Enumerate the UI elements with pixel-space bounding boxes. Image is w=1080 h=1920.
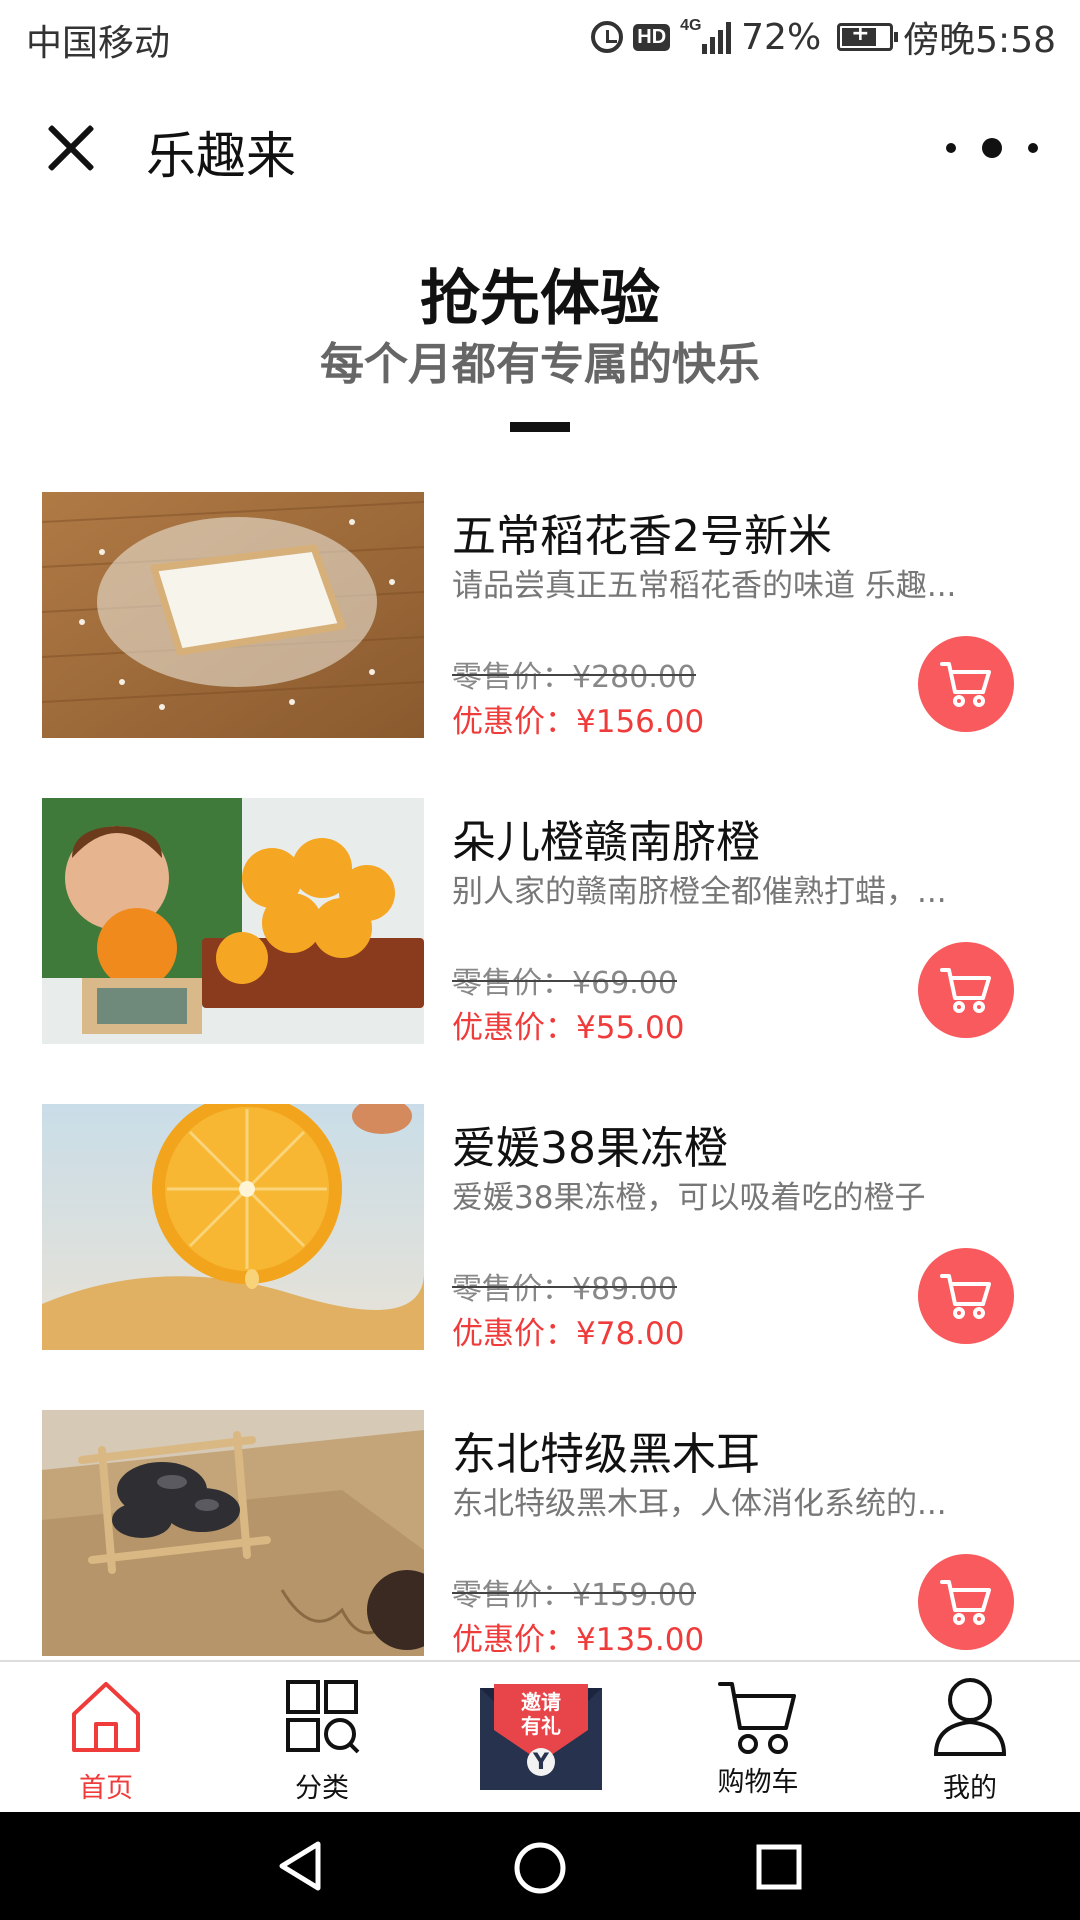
add-to-cart-button[interactable]: [918, 1248, 1014, 1344]
section-title: 抢先体验: [420, 264, 660, 334]
retail-price: 零售价：¥280.00: [452, 652, 697, 696]
sale-price: 优惠价：¥78.00: [452, 1316, 685, 1352]
status-bar: 中国移动 HD 4G 72% + 傍晚5:58: [0, 0, 1080, 76]
cart-icon: [940, 968, 991, 1013]
add-to-cart-button[interactable]: [918, 1554, 1014, 1650]
sale-price: 优惠价：¥55.00: [452, 1010, 685, 1046]
product-name[interactable]: 朵儿橙赣南脐橙: [452, 806, 760, 870]
add-to-cart-button[interactable]: [918, 636, 1014, 732]
clock: 傍晚5:58: [903, 20, 1056, 61]
product-list: 五常稻花香2号新米 请品尝真正五常稻花香的味道 乐趣... 零售价：¥280.0…: [0, 492, 1080, 1658]
retail-price-text: 零售价：¥89.00: [452, 1272, 677, 1307]
section-subtitle: 每个月都有专属的快乐: [320, 339, 760, 390]
cart-icon: [940, 1274, 991, 1319]
product-item[interactable]: 朵儿橙赣南脐橙 别人家的赣南脐橙全都催熟打蜡，... 零售价：¥69.00 优惠…: [0, 798, 1080, 1046]
cart-icon: [940, 662, 991, 707]
sale-price: 优惠价：¥135.00: [452, 1622, 705, 1658]
user-icon: [933, 1678, 1007, 1756]
retail-price-text: 零售价：¥280.00: [452, 660, 697, 695]
product-name[interactable]: 爱媛38果冻橙: [452, 1112, 728, 1176]
battery-percent: 72%: [741, 16, 822, 58]
product-item[interactable]: 五常稻花香2号新米 请品尝真正五常稻花香的味道 乐趣... 零售价：¥280.0…: [0, 492, 1080, 740]
tab-home-label: 首页: [79, 1773, 133, 1804]
section-divider: [510, 422, 570, 432]
carrier-name: 中国移动: [26, 23, 171, 64]
tab-cart[interactable]: 购物车: [692, 1662, 824, 1812]
product-image-navel-orange[interactable]: [42, 798, 424, 1044]
invite-label-line2: 有礼: [521, 1714, 561, 1738]
home-circle-icon[interactable]: [512, 1840, 568, 1896]
status-icons: HD 4G 72% + 傍晚5:58: [591, 12, 1056, 62]
alarm-icon: [591, 21, 624, 53]
product-name[interactable]: 东北特级黑木耳: [452, 1418, 760, 1482]
retail-price: 零售价：¥159.00: [452, 1570, 697, 1614]
invite-gift-button[interactable]: 邀请 有礼 Y: [478, 1666, 604, 1792]
product-description: 东北特级黑木耳，人体消化系统的...: [452, 1486, 947, 1522]
recent-apps-icon[interactable]: [754, 1842, 804, 1892]
sale-price: 优惠价：¥156.00: [452, 704, 705, 740]
category-grid-icon: [286, 1680, 360, 1754]
bottom-tab-bar: 首页 分类 邀请 有礼 Y 购物车 我的: [0, 1660, 1080, 1812]
close-icon[interactable]: [44, 120, 100, 176]
navigation-bar: 乐趣来: [0, 76, 1080, 216]
page-title: 乐趣来: [146, 127, 296, 185]
tab-mine-label: 我的: [943, 1773, 997, 1804]
home-icon: [72, 1682, 140, 1752]
back-icon[interactable]: [274, 1838, 326, 1894]
product-item[interactable]: 爱媛38果冻橙 爱媛38果冻橙，可以吸着吃的橙子 零售价：¥89.00 优惠价：…: [0, 1104, 1080, 1352]
more-options-icon[interactable]: [946, 136, 1038, 160]
system-navigation-bar: [0, 1812, 1080, 1920]
battery-icon: +: [837, 21, 899, 51]
shopping-cart-icon: [718, 1682, 796, 1754]
retail-price: 零售价：¥69.00: [452, 958, 677, 1002]
tab-category-label: 分类: [295, 1773, 349, 1804]
add-to-cart-button[interactable]: [918, 942, 1014, 1038]
product-description: 请品尝真正五常稻花香的味道 乐趣...: [452, 568, 957, 604]
product-item[interactable]: 东北特级黑木耳 东北特级黑木耳，人体消化系统的... 零售价：¥159.00 优…: [0, 1410, 1080, 1658]
product-description: 爱媛38果冻橙，可以吸着吃的橙子: [452, 1180, 926, 1216]
product-image-jelly-orange[interactable]: [42, 1104, 424, 1350]
hd-badge: HD: [633, 23, 671, 51]
signal-icon: 4G: [680, 17, 732, 54]
yen-coin-icon: Y: [533, 1750, 549, 1775]
product-image-rice[interactable]: [42, 492, 424, 738]
tab-home[interactable]: 首页: [40, 1662, 172, 1812]
tab-cart-label: 购物车: [717, 1767, 799, 1798]
network-type: 4G: [680, 17, 702, 34]
product-name[interactable]: 五常稻花香2号新米: [452, 500, 832, 564]
retail-price: 零售价：¥89.00: [452, 1264, 677, 1308]
retail-price-text: 零售价：¥159.00: [452, 1578, 697, 1613]
tab-mine[interactable]: 我的: [904, 1662, 1036, 1812]
tab-category[interactable]: 分类: [256, 1662, 388, 1812]
retail-price-text: 零售价：¥69.00: [452, 966, 677, 1001]
cart-icon: [940, 1580, 991, 1625]
product-description: 别人家的赣南脐橙全都催熟打蜡，...: [452, 874, 947, 910]
product-image-black-fungus[interactable]: [42, 1410, 424, 1656]
